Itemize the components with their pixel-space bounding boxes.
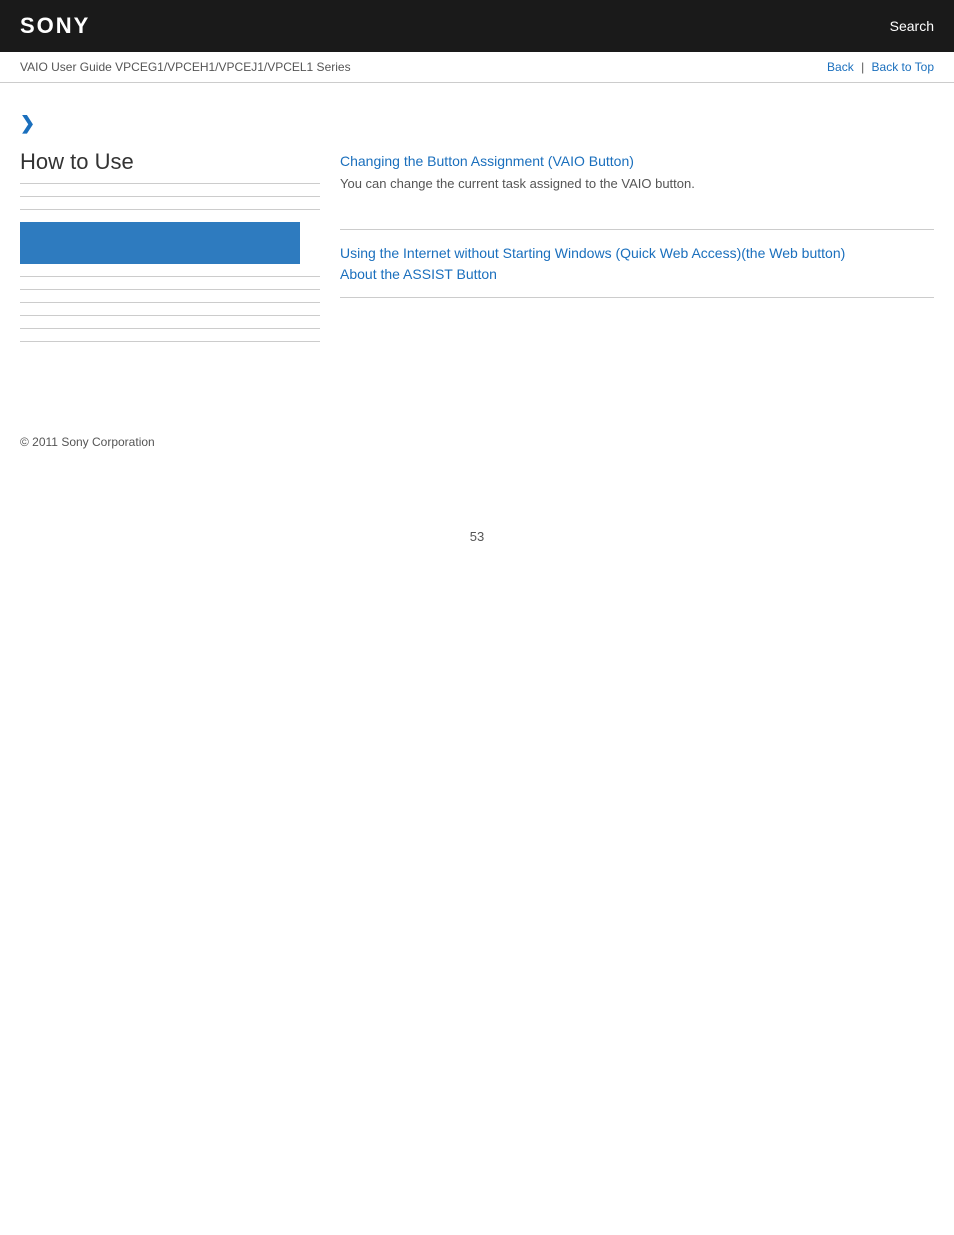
sidebar-title: How to Use [20, 149, 320, 184]
sidebar-divider-1 [20, 196, 320, 197]
footer: © 2011 Sony Corporation [0, 414, 954, 469]
content-link-1[interactable]: Changing the Button Assignment (VAIO But… [340, 153, 934, 169]
content-links-group: Using the Internet without Starting Wind… [340, 245, 934, 282]
sidebar-active-item[interactable] [20, 222, 300, 264]
search-button[interactable]: Search [890, 18, 934, 34]
sidebar-arrow-icon[interactable]: ❯ [20, 113, 320, 134]
sony-logo: SONY [20, 13, 90, 39]
sidebar-divider-8 [20, 341, 320, 342]
content-divider-1 [340, 229, 934, 230]
content-item-1: Changing the Button Assignment (VAIO But… [340, 153, 934, 209]
content-area: Changing the Button Assignment (VAIO But… [340, 103, 934, 354]
breadcrumb-bar: VAIO User Guide VPCEG1/VPCEH1/VPCEJ1/VPC… [0, 52, 954, 83]
content-desc-1: You can change the current task assigned… [340, 176, 695, 191]
nav-links: Back | Back to Top [827, 60, 934, 74]
sidebar-divider-7 [20, 328, 320, 329]
content-link-2[interactable]: Using the Internet without Starting Wind… [340, 245, 934, 261]
sidebar-divider-5 [20, 302, 320, 303]
content-link-3[interactable]: About the ASSIST Button [340, 266, 934, 282]
main-content: ❯ How to Use Changing the Button Assignm… [0, 83, 954, 374]
content-divider-2 [340, 297, 934, 298]
sidebar-divider-4 [20, 289, 320, 290]
sidebar-divider-3 [20, 276, 320, 277]
header: SONY Search [0, 0, 954, 52]
back-to-top-link[interactable]: Back to Top [872, 60, 934, 74]
back-link[interactable]: Back [827, 60, 854, 74]
sidebar-divider-2 [20, 209, 320, 210]
separator: | [861, 60, 867, 74]
sidebar-divider-6 [20, 315, 320, 316]
page-number: 53 [0, 529, 954, 544]
copyright-text: © 2011 Sony Corporation [20, 435, 155, 449]
sidebar: ❯ How to Use [20, 103, 320, 354]
breadcrumb-text: VAIO User Guide VPCEG1/VPCEH1/VPCEJ1/VPC… [20, 60, 351, 74]
